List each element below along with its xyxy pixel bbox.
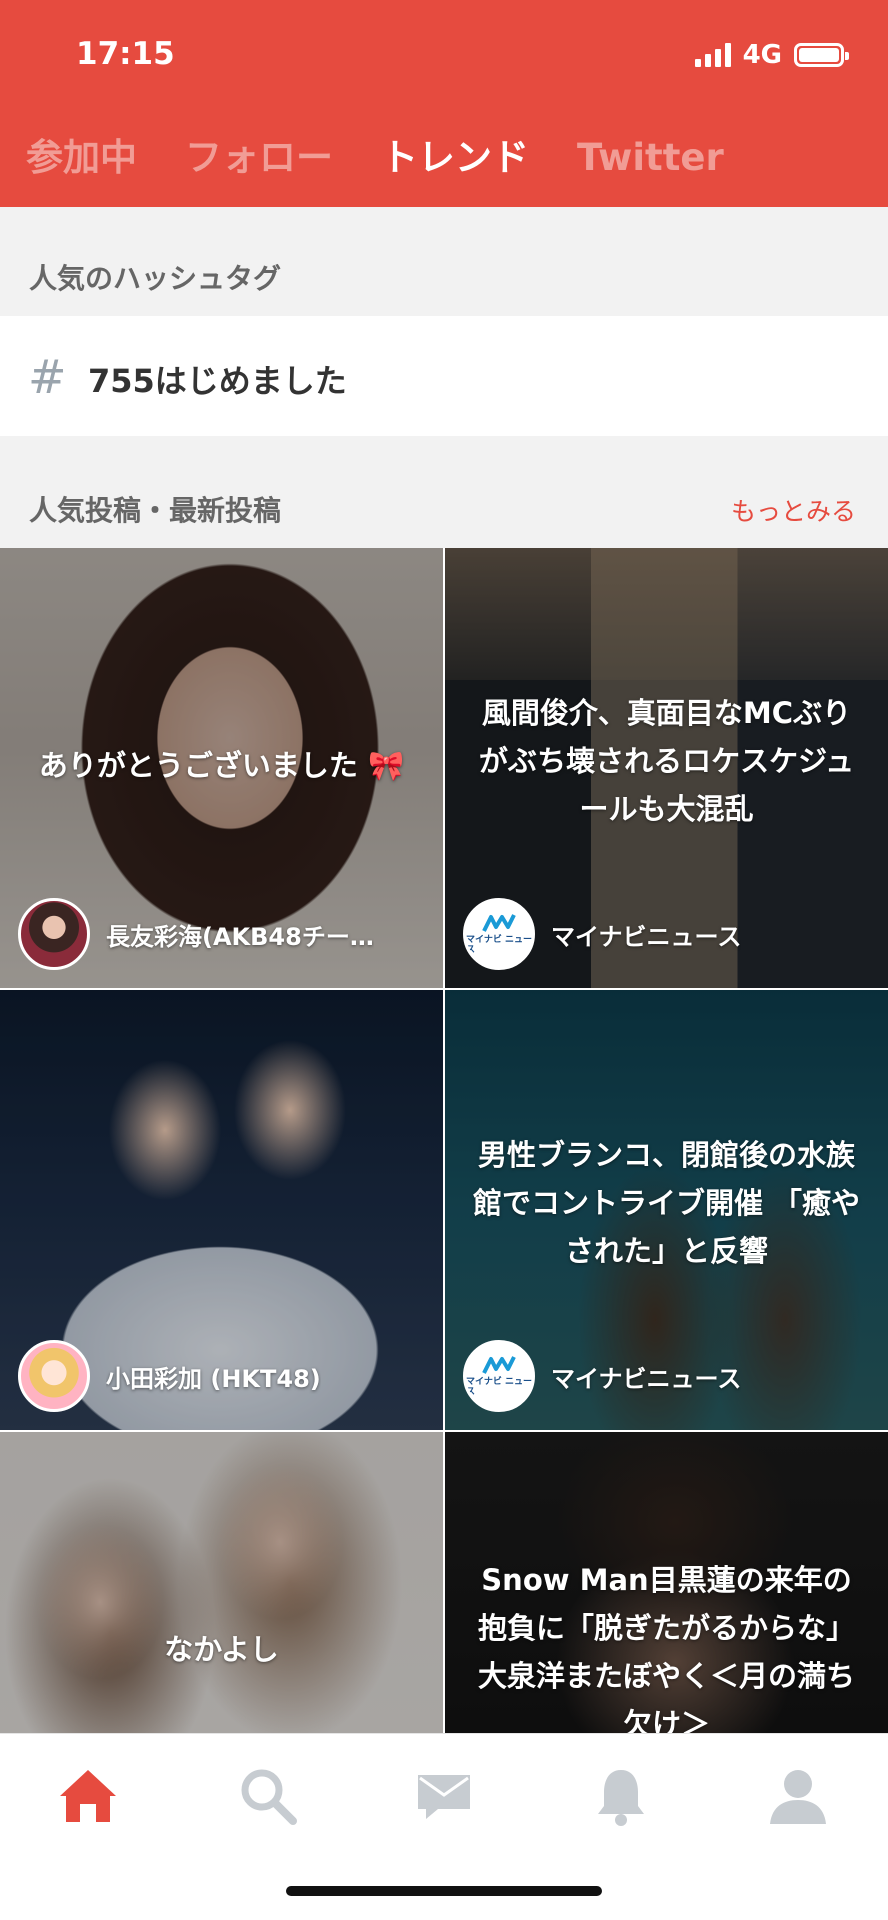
more-link[interactable]: もっとみる — [731, 492, 856, 528]
hashtag-label: 755はじめました — [88, 362, 347, 400]
signal-icon — [694, 43, 731, 67]
posts-grid: ありがとうございました 🎀 長友彩海(AKB48チー… 風間俊介、真面目なMCぶ… — [0, 548, 888, 1733]
post-text: 男性ブランコ、閉館後の水族館でコントライブ開催 「癒やされた」と反響 — [472, 1137, 861, 1268]
posts-section-header: 人気投稿・最新投稿 もっとみる — [0, 436, 888, 548]
source-name: マイナビニュース — [551, 922, 742, 951]
post-card[interactable]: なかよし — [0, 1432, 443, 1733]
post-card[interactable]: Snow Man目黒蓮の来年の抱負に「脱ぎたがるからな」大泉洋またぼやく＜月の満… — [445, 1432, 888, 1733]
search-icon — [241, 1769, 297, 1825]
source-name: マイナビニュース — [551, 1364, 742, 1393]
source-name: 小田彩加 (HKT48) — [106, 1364, 321, 1393]
member-avatar — [18, 1340, 90, 1412]
post-source: 小田彩加 (HKT48) — [18, 1340, 427, 1412]
hashtag-item[interactable]: # 755はじめました — [0, 316, 888, 436]
status-time: 17:15 — [76, 36, 175, 72]
tab-twitter[interactable]: Twitter — [577, 128, 724, 188]
tab-follow[interactable]: フォロー — [185, 128, 333, 188]
home-indicator — [286, 1886, 602, 1896]
tab-joined[interactable]: 参加中 — [26, 128, 137, 188]
nav-home[interactable] — [48, 1756, 128, 1836]
post-source: マイナビ ニュース マイナビニュース — [463, 898, 872, 970]
hash-icon: # — [28, 350, 67, 404]
home-icon — [60, 1770, 116, 1822]
battery-icon — [794, 43, 849, 67]
mail-icon — [418, 1775, 470, 1819]
hashtag-section-header: 人気のハッシュタグ — [0, 207, 888, 316]
post-card[interactable]: 風間俊介、真面目なMCぶりがぶち壊されるロケスケジュールも大混乱 マイナビ ニュ… — [445, 548, 888, 988]
post-text: 風間俊介、真面目なMCぶりがぶち壊されるロケスケジュールも大混乱 — [478, 695, 855, 826]
mynavi-logo: マイナビ ニュース — [463, 898, 535, 970]
profile-icon — [770, 1770, 826, 1824]
section-title: 人気投稿・最新投稿 — [29, 494, 282, 527]
mynavi-logo: マイナビ ニュース — [463, 1340, 535, 1412]
tab-trend[interactable]: トレンド — [381, 128, 529, 188]
post-text: なかよし — [164, 1632, 279, 1667]
post-source: 長友彩海(AKB48チー… — [18, 898, 427, 970]
post-card[interactable]: ありがとうございました 🎀 長友彩海(AKB48チー… — [0, 548, 443, 988]
post-card[interactable]: 男性ブランコ、閉館後の水族館でコントライブ開催 「癒やされた」と反響 マイナビ … — [445, 990, 888, 1430]
status-indicators: 4G — [694, 40, 849, 70]
nav-profile[interactable] — [758, 1756, 838, 1836]
source-name: 長友彩海(AKB48チー… — [106, 922, 374, 951]
tab-bar: 参加中 フォロー トレンド Twitter — [26, 128, 724, 188]
nav-search[interactable] — [228, 1756, 308, 1836]
network-label: 4G — [742, 40, 782, 70]
post-source: マイナビ ニュース マイナビニュース — [463, 1340, 872, 1412]
nav-messages[interactable] — [404, 1756, 484, 1836]
section-title: 人気のハッシュタグ — [29, 262, 282, 295]
bell-icon — [598, 1770, 644, 1826]
post-card[interactable]: 小田彩加 (HKT48) — [0, 990, 443, 1430]
app-header: 17:15 4G 参加中 フォロー トレンド Twitter — [0, 0, 888, 207]
post-text: ありがとうございました 🎀 — [38, 748, 405, 783]
member-avatar — [18, 898, 90, 970]
nav-notifications[interactable] — [581, 1756, 661, 1836]
post-text: Snow Man目黒蓮の来年の抱負に「脱ぎたがるからな」大泉洋またぼやく＜月の満… — [477, 1563, 855, 1733]
